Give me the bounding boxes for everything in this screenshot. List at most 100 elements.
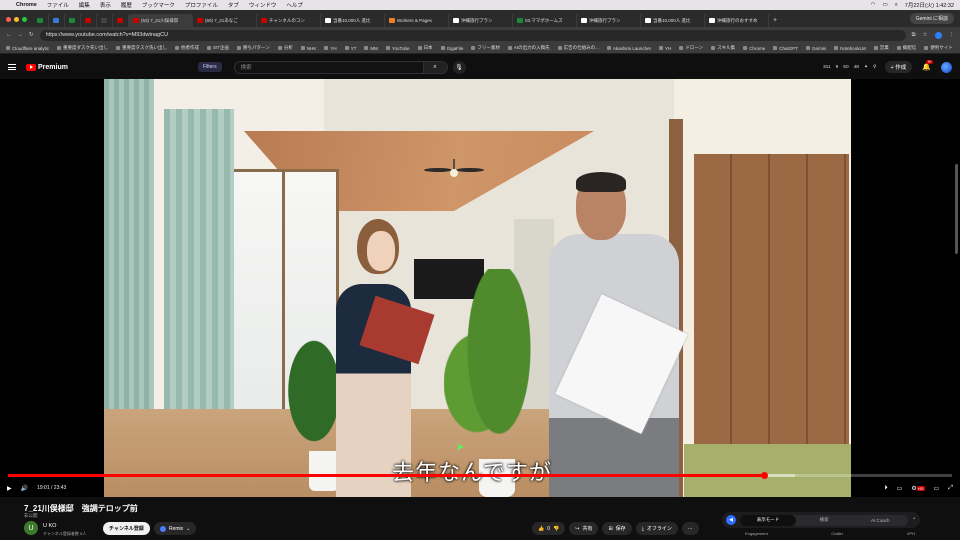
browser-tab[interactable]: 当番10,000人 進比 bbox=[321, 14, 385, 27]
video-frame[interactable] bbox=[104, 79, 851, 497]
mode-display[interactable]: 表示モード bbox=[740, 514, 797, 526]
play-icon[interactable]: ▶ bbox=[7, 485, 12, 492]
browser-tab[interactable]: 沖縄旅行プラン bbox=[577, 14, 641, 27]
autoplay-toggle-icon[interactable]: ⏵ bbox=[885, 485, 888, 492]
search-spotlight-icon[interactable]: ⌕ bbox=[895, 2, 898, 9]
battery-icon[interactable]: ▭ bbox=[882, 2, 887, 8]
bookmark-item[interactable]: NotebookLM bbox=[832, 46, 868, 51]
mode-search[interactable]: 検索 bbox=[796, 515, 852, 526]
save-button[interactable]: ⊞ 保存 bbox=[602, 522, 632, 535]
bookmark-item[interactable]: SIT企画 bbox=[205, 45, 231, 51]
browser-tab[interactable]: (53) 7_21川俣様邸 bbox=[129, 14, 193, 27]
bookmark-item[interactable]: Akashimi Launcher bbox=[605, 46, 653, 51]
bookmark-item[interactable]: MM bbox=[362, 46, 380, 51]
bookmark-item[interactable]: 重要度ダスク先い出し bbox=[55, 45, 110, 51]
like-button[interactable]: 👍 0 👎 bbox=[532, 522, 566, 535]
create-button[interactable]: + 作成 bbox=[884, 61, 913, 73]
filters-button[interactable]: Filters bbox=[197, 62, 222, 72]
subscribe-button[interactable]: チャンネル登録 bbox=[103, 522, 150, 535]
menu-edit[interactable]: 編集 bbox=[79, 1, 90, 9]
bookmark-item[interactable]: 便利サイト bbox=[922, 45, 955, 51]
menu-file[interactable]: ファイル bbox=[47, 1, 69, 9]
bookmark-item[interactable]: Chrome bbox=[741, 46, 767, 51]
wifi-icon[interactable]: ◠ bbox=[871, 2, 876, 8]
extension-icon-2[interactable]: ⚲ bbox=[873, 65, 877, 70]
page-scrollbar[interactable] bbox=[955, 164, 958, 254]
address-bar[interactable]: https://www.youtube.com/watch?v=M93dwtna… bbox=[39, 29, 906, 41]
menu-history[interactable]: 履歴 bbox=[121, 1, 132, 9]
menu-tab[interactable]: タブ bbox=[228, 1, 239, 9]
browser-tab[interactable] bbox=[113, 14, 129, 27]
browser-tab[interactable]: 当番10,000人 進比 bbox=[641, 14, 705, 27]
search-input[interactable]: 検索 bbox=[233, 60, 424, 74]
browser-tab[interactable] bbox=[65, 14, 81, 27]
stat-likes[interactable]: 50 bbox=[843, 65, 848, 70]
stat-views[interactable]: 311 bbox=[823, 65, 831, 70]
bookmark-item[interactable]: 営業 bbox=[872, 45, 891, 51]
bookmark-item[interactable]: ドローン bbox=[677, 45, 705, 51]
bookmark-item[interactable]: 分析 bbox=[276, 45, 295, 51]
browser-tab[interactable]: 沖縄旅行プラン bbox=[449, 14, 513, 27]
forward-icon[interactable]: → bbox=[18, 32, 24, 38]
bookmark-star-icon[interactable]: ☆ bbox=[923, 32, 928, 39]
bookmark-item[interactable]: Cloudflare analytic bbox=[4, 46, 51, 51]
browser-tab[interactable] bbox=[81, 14, 97, 27]
bookmark-item[interactable]: 日本 bbox=[416, 45, 435, 51]
extensions-icon[interactable]: ⧉ bbox=[912, 32, 916, 39]
bookmark-item[interactable]: YT bbox=[343, 46, 359, 51]
browser-tab[interactable] bbox=[97, 14, 113, 27]
chrome-menu-icon[interactable]: ⋮ bbox=[949, 32, 955, 39]
stat-score[interactable]: 48 bbox=[854, 65, 859, 70]
settings-gear-icon[interactable]: ⚙HD bbox=[911, 485, 925, 492]
chevron-up-icon[interactable]: ⌃ bbox=[912, 517, 916, 523]
bookmark-item[interactable]: 概配信 bbox=[895, 45, 919, 51]
menu-profile[interactable]: プロファイル bbox=[185, 1, 218, 9]
bookmark-item[interactable]: 勝ちパターン bbox=[235, 45, 272, 51]
video-player[interactable] bbox=[0, 79, 960, 497]
bookmark-item[interactable]: 他者作成 bbox=[173, 45, 201, 51]
stat-comments[interactable]: 9 bbox=[836, 65, 839, 70]
youtube-logo[interactable]: Premium bbox=[26, 63, 68, 71]
close-window-button[interactable] bbox=[6, 17, 11, 22]
bookmark-item[interactable]: Gemini bbox=[804, 46, 828, 51]
bookmark-item[interactable]: ChatGPT bbox=[771, 46, 800, 51]
search-button[interactable]: ⌕ bbox=[423, 60, 448, 74]
dislike-icon[interactable]: 👎 bbox=[553, 526, 559, 532]
bookmark-item[interactable]: YH bbox=[322, 46, 338, 51]
voice-search-button[interactable]: 🎙 bbox=[452, 60, 466, 74]
browser-tab[interactable]: 03.ママポホームズ bbox=[513, 14, 577, 27]
subtitles-icon[interactable]: ▭ bbox=[897, 485, 903, 492]
menu-window[interactable]: ウィンドウ bbox=[249, 1, 277, 9]
extension-icon[interactable]: ✦ bbox=[864, 65, 868, 70]
mode-ai-coach[interactable]: AI Coach bbox=[852, 515, 908, 526]
channel-avatar[interactable]: U bbox=[24, 521, 38, 535]
profile-icon[interactable] bbox=[934, 31, 942, 39]
more-actions-button[interactable]: ⋯ bbox=[681, 522, 699, 535]
browser-tab[interactable]: (60) 7_21あなご bbox=[193, 14, 257, 27]
zoom-window-button[interactable] bbox=[22, 17, 27, 22]
menu-help[interactable]: ヘルプ bbox=[286, 1, 303, 9]
bookmark-item[interactable]: 重要度タスク洗い出し bbox=[114, 45, 169, 51]
browser-tab[interactable] bbox=[33, 14, 49, 27]
bookmark-item[interactable]: YouTube bbox=[384, 46, 412, 51]
bookmark-item[interactable]: AIの出力の入稿先 bbox=[506, 45, 552, 51]
share-button[interactable]: ↪ 共有 bbox=[569, 522, 599, 535]
new-tab-button[interactable]: + bbox=[773, 17, 777, 24]
browser-tab[interactable]: Workers & Pages bbox=[385, 14, 449, 27]
channel-name[interactable]: U KO bbox=[43, 523, 56, 529]
bookmark-item[interactable]: 広告の仕組みの... bbox=[556, 45, 601, 51]
extension-panel-icon[interactable]: ◀ bbox=[726, 515, 736, 525]
browser-tab[interactable] bbox=[49, 14, 65, 27]
back-icon[interactable]: ← bbox=[6, 32, 12, 38]
theater-mode-icon[interactable]: ▭ bbox=[934, 485, 940, 492]
gemini-button[interactable]: Gemini に相談 bbox=[909, 13, 954, 24]
menu-icon[interactable] bbox=[8, 64, 16, 70]
remix-button[interactable]: Remix ⌄ bbox=[154, 522, 197, 535]
bookmark-item[interactable]: GigaFile bbox=[439, 46, 466, 51]
bookmark-item[interactable]: NHK bbox=[299, 46, 319, 51]
bookmark-item[interactable]: YH bbox=[657, 46, 673, 51]
reload-icon[interactable]: ↻ bbox=[29, 32, 34, 38]
menu-view[interactable]: 表示 bbox=[100, 1, 111, 9]
notifications-button[interactable]: 🔔 9+ bbox=[922, 60, 934, 71]
minimize-window-button[interactable] bbox=[14, 17, 19, 22]
